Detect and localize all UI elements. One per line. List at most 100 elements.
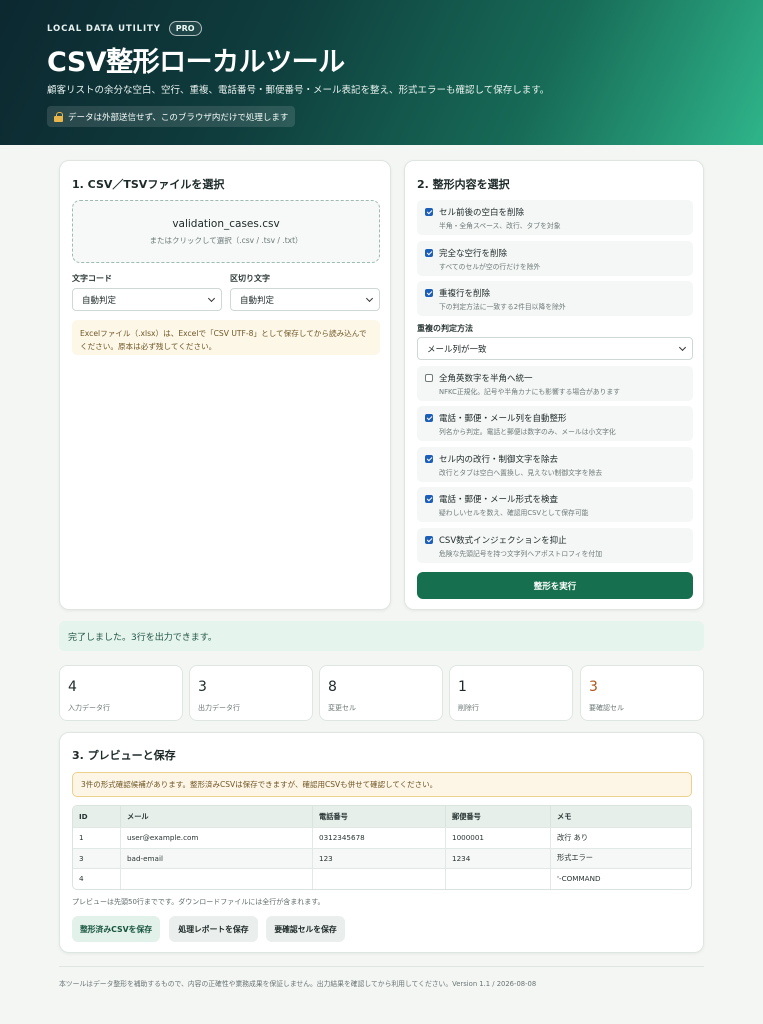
stat-label: 出力データ行: [198, 704, 240, 712]
lock-icon: [54, 111, 63, 122]
save-review-cells-button[interactable]: 要確認セルを保存: [266, 916, 345, 942]
stat-review-cells: 3 要確認セル: [580, 665, 704, 721]
stat-label: 要確認セル: [589, 704, 624, 712]
selected-file-name: validation_cases.csv: [172, 218, 280, 230]
option-remove-empty-rows[interactable]: 完全な空行を削除 すべてのセルが空の行だけを除外: [417, 241, 693, 276]
checkbox[interactable]: [425, 289, 433, 297]
option-subtitle: 下の判定方法に一致する2件目以降を除外: [439, 303, 566, 311]
review-alert: 3件の形式確認候補があります。整形済みCSVは保存できますが、確認用CSVも併せ…: [72, 772, 692, 797]
dropzone-hint: またはクリックして選択（.csv / .tsv / .txt）: [149, 236, 303, 245]
preview-note: プレビューは先頭50行までです。ダウンロードファイルには全行が含まれます。: [72, 898, 325, 906]
stat-value: 4: [68, 679, 77, 695]
table-row: 4 '-COMMAND: [73, 868, 691, 889]
save-report-button[interactable]: 処理レポートを保存: [169, 916, 258, 942]
encoding-label: 文字コード: [72, 274, 112, 283]
stat-deleted-rows: 1 削除行: [449, 665, 573, 721]
footer-divider: [59, 966, 704, 967]
delimiter-label: 区切り文字: [230, 274, 270, 283]
hero-eyebrow: LOCAL DATA UTILITY PRO: [47, 21, 202, 36]
preview-panel: 3. プレビューと保存 3件の形式確認候補があります。整形済みCSVは保存できま…: [59, 732, 704, 953]
table-cell: bad-email: [121, 847, 313, 868]
stat-input-rows: 4 入力データ行: [59, 665, 183, 721]
option-subtitle: 列名から判定。電話と郵便は数字のみ、メールは小文字化: [439, 428, 616, 436]
table-cell: 改行 あり: [551, 827, 691, 848]
column-header: メモ: [551, 806, 691, 827]
file-dropzone[interactable]: validation_cases.csv またはクリックして選択（.csv / …: [72, 200, 380, 263]
table-cell: 1234: [446, 847, 551, 868]
option-strip-control-chars[interactable]: セル内の改行・制御文字を除去 改行とタブは空白へ置換し、見えない制御文字を除去: [417, 447, 693, 482]
checkbox[interactable]: [425, 374, 433, 382]
hero-header: LOCAL DATA UTILITY PRO CSV整形ローカルツール 顧客リス…: [0, 0, 763, 145]
stat-output-rows: 3 出力データ行: [189, 665, 313, 721]
table-cell: 4: [73, 868, 121, 889]
dup-method-label: 重複の判定方法: [417, 324, 473, 333]
preview-table: ID メール 電話番号 郵便番号 メモ 1 user@example.com 0…: [72, 805, 692, 890]
stat-value: 8: [328, 679, 337, 695]
table-cell: [121, 868, 313, 889]
option-subtitle: 半角・全角スペース、改行、タブを対象: [439, 222, 561, 230]
table-cell: 0312345678: [313, 827, 446, 848]
privacy-notice: データは外部送信せず、このブラウザ内だけで処理します: [47, 106, 296, 127]
option-remove-duplicates[interactable]: 重複行を削除 下の判定方法に一致する2件目以降を除外: [417, 281, 693, 316]
privacy-notice-text: データは外部送信せず、このブラウザ内だけで処理します: [68, 112, 289, 123]
excel-note: Excelファイル（.xlsx）は、Excelで「CSV UTF-8」として保存…: [72, 320, 380, 355]
delimiter-select-value: 自動判定: [240, 295, 275, 306]
column-header: メール: [121, 806, 313, 827]
stat-changed-cells: 8 変更セル: [319, 665, 443, 721]
run-format-button[interactable]: 整形を実行: [417, 572, 693, 599]
option-subtitle: 疑わしいセルを数え、確認用CSVとして保存可能: [439, 509, 589, 517]
table-cell: '-COMMAND: [551, 868, 691, 889]
checkbox[interactable]: [425, 208, 433, 216]
option-subtitle: 危険な先頭記号を持つ文字列へアポストロフィを付加: [439, 550, 602, 558]
stat-value: 3: [198, 679, 207, 695]
preview-panel-title: 3. プレビューと保存: [72, 749, 176, 762]
option-title: 電話・郵便・メール列を自動整形: [439, 414, 567, 424]
save-formatted-csv-button[interactable]: 整形済みCSVを保存: [72, 916, 160, 942]
checkbox[interactable]: [425, 495, 433, 503]
status-message: 完了しました。3行を出力できます。: [59, 621, 704, 651]
table-cell: user@example.com: [121, 827, 313, 848]
option-auto-format-columns[interactable]: 電話・郵便・メール列を自動整形 列名から判定。電話と郵便は数字のみ、メールは小文…: [417, 406, 693, 441]
chevron-down-icon: [365, 294, 374, 303]
option-title: 完全な空行を削除: [439, 249, 508, 259]
column-header: 郵便番号: [446, 806, 551, 827]
page-description: 顧客リストの余分な空白、空行、重複、電話番号・郵便番号・メール表記を整え、形式エ…: [47, 85, 550, 96]
encoding-select[interactable]: 自動判定: [72, 288, 222, 311]
option-title: セル前後の空白を削除: [439, 208, 525, 218]
checkbox[interactable]: [425, 414, 433, 422]
stat-value: 3: [589, 679, 598, 695]
option-halfwidth-normalize[interactable]: 全角英数字を半角へ統一 NFKC正規化。記号や半角カナにも影響する場合があります: [417, 366, 693, 401]
option-title: 全角英数字を半角へ統一: [439, 374, 533, 384]
option-subtitle: NFKC正規化。記号や半角カナにも影響する場合があります: [439, 388, 620, 396]
encoding-select-value: 自動判定: [82, 295, 117, 306]
stat-label: 変更セル: [328, 704, 356, 712]
table-cell: 1: [73, 827, 121, 848]
delimiter-select[interactable]: 自動判定: [230, 288, 380, 311]
table-cell: [446, 868, 551, 889]
checkbox[interactable]: [425, 249, 433, 257]
chevron-down-icon: [207, 294, 216, 303]
option-title: 電話・郵便・メール形式を検査: [439, 495, 559, 505]
option-validate-formats[interactable]: 電話・郵便・メール形式を検査 疑わしいセルを数え、確認用CSVとして保存可能: [417, 487, 693, 522]
options-panel: 2. 整形内容を選択 セル前後の空白を削除 半角・全角スペース、改行、タブを対象…: [404, 160, 704, 610]
option-subtitle: すべてのセルが空の行だけを除外: [439, 263, 541, 271]
dup-method-select[interactable]: メール列が一致: [417, 337, 693, 360]
stat-value: 1: [458, 679, 467, 695]
pro-badge: PRO: [168, 21, 202, 36]
stat-label: 削除行: [458, 704, 479, 712]
option-csv-injection-guard[interactable]: CSV数式インジェクションを抑止 危険な先頭記号を持つ文字列へアポストロフィを付…: [417, 528, 693, 563]
checkbox[interactable]: [425, 455, 433, 463]
chevron-down-icon: [678, 343, 687, 352]
option-title: セル内の改行・制御文字を除去: [439, 455, 559, 465]
footer-text: 本ツールはデータ整形を補助するもので、内容の正確性や業務成果を保証しません。出力…: [59, 980, 537, 988]
table-cell: 形式エラー: [551, 847, 691, 868]
table-row: 3 bad-email 123 1234 形式エラー: [73, 847, 691, 868]
option-subtitle: 改行とタブは空白へ置換し、見えない制御文字を除去: [439, 469, 603, 477]
option-title: CSV数式インジェクションを抑止: [439, 536, 567, 546]
checkbox[interactable]: [425, 536, 433, 544]
stat-label: 入力データ行: [68, 704, 110, 712]
table-cell: 1000001: [446, 827, 551, 848]
table-row: 1 user@example.com 0312345678 1000001 改行…: [73, 827, 691, 848]
option-trim-whitespace[interactable]: セル前後の空白を削除 半角・全角スペース、改行、タブを対象: [417, 200, 693, 235]
column-header: ID: [73, 806, 121, 827]
